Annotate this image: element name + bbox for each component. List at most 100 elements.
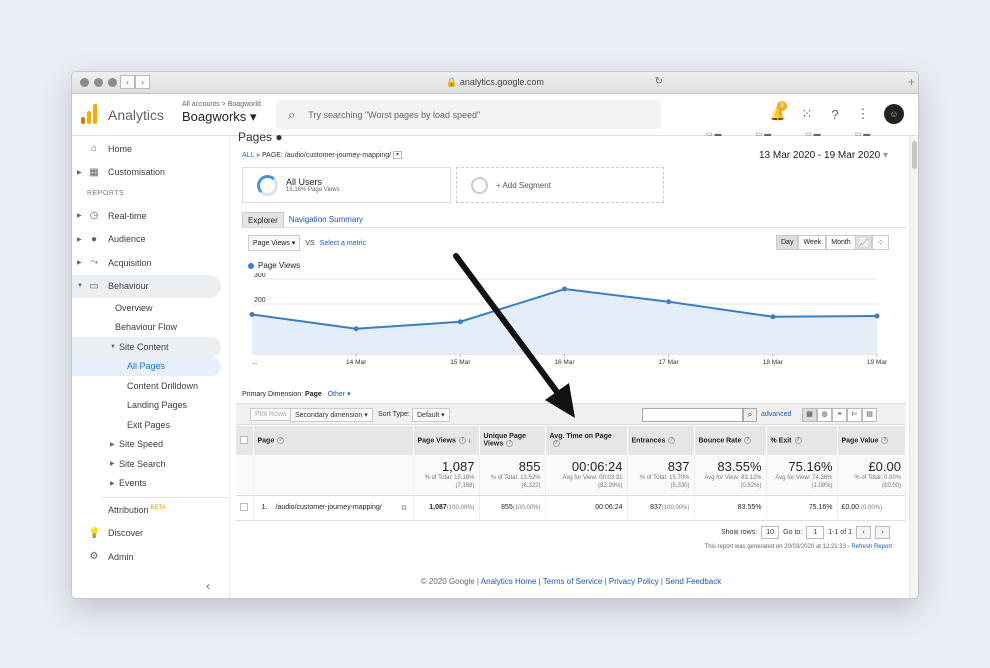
month-button[interactable]: Month — [826, 235, 856, 250]
plot-rows-button[interactable]: Plot Rows — [250, 408, 292, 421]
sort-type-dropdown[interactable]: Default ▾ — [412, 408, 450, 422]
avatar[interactable]: ☺ — [884, 104, 904, 124]
pie-chart-icon[interactable]: ◍ — [817, 408, 832, 422]
breadcrumb-all[interactable]: ALL — [242, 152, 254, 159]
footer: © 2020 Google | Analytics Home | Terms o… — [420, 577, 722, 586]
help-icon[interactable]: ? — [277, 436, 285, 444]
address-bar[interactable]: 🔒 analytics.google.com — [72, 77, 918, 88]
help-icon[interactable]: ? — [552, 440, 560, 448]
help-icon[interactable]: ? — [458, 436, 466, 444]
sidebar-item-admin[interactable]: ⚙ Admin — [72, 545, 229, 569]
search-icon: ⌕ — [288, 106, 296, 122]
metric-selector: Page Views ▾ VS Select a metric — [248, 235, 366, 251]
chart-type-toggle: 📈 ⁘ — [855, 235, 889, 250]
table-search-input[interactable] — [642, 408, 743, 422]
area-fill — [252, 289, 877, 354]
segment-all-users[interactable]: All Users 15.16% Page Views — [242, 167, 451, 203]
col-entrances[interactable]: Entrances? — [627, 426, 695, 455]
search-box[interactable]: ⌕ Try searching "Worst pages by load spe… — [276, 100, 661, 129]
sidebar-item-site-search[interactable]: ▶ Site Search — [72, 454, 229, 474]
sidebar-item-behaviour-flow[interactable]: Behaviour Flow — [72, 318, 229, 338]
sidebar-item-home[interactable]: ⌂ Home — [72, 137, 229, 161]
term-cloud-icon[interactable]: ▤ — [862, 408, 877, 422]
export-icon[interactable]: ▭ ▬ — [756, 130, 772, 138]
share-icon[interactable]: ▭ ▬ — [805, 130, 821, 138]
secondary-dimension-dropdown[interactable]: Secondary dimension ▾ — [290, 408, 373, 422]
help-icon[interactable]: ? — [794, 436, 802, 444]
open-page-icon[interactable]: ⧉ — [402, 505, 407, 513]
add-segment-button[interactable]: + Add Segment — [456, 167, 664, 203]
search-icon[interactable]: ⌕ — [743, 408, 757, 422]
motion-chart-icon[interactable]: ⁘ — [872, 235, 889, 250]
col-bounce-rate[interactable]: Bounce Rate? — [694, 426, 767, 455]
sidebar-item-discover[interactable]: 💡 Discover — [72, 522, 229, 546]
apps-grid-icon[interactable]: ⁙ — [800, 106, 814, 122]
more-vert-icon[interactable]: ⋮ — [856, 106, 870, 122]
primary-dim-value[interactable]: Page — [305, 391, 322, 398]
metric-dropdown[interactable]: Page Views ▾ — [248, 235, 301, 251]
next-page-button[interactable]: › — [875, 526, 890, 539]
breadcrumb-dropdown-icon[interactable]: ▾ — [393, 151, 403, 159]
other-dimension-link[interactable]: Other ▾ — [328, 391, 351, 398]
footer-terms-link[interactable]: Terms of Service — [543, 577, 603, 586]
help-icon[interactable]: ? — [744, 436, 752, 444]
sidebar-item-content-drilldown[interactable]: Content Drilldown — [72, 376, 229, 396]
refresh-report-link[interactable]: Refresh Report — [851, 544, 892, 550]
select-all-checkbox[interactable] — [240, 435, 248, 444]
help-icon[interactable]: ? — [668, 436, 676, 444]
footer-analytics-home-link[interactable]: Analytics Home — [481, 577, 537, 586]
new-tab-button[interactable]: + — [908, 75, 915, 89]
collapse-sidebar-icon[interactable]: ‹ — [206, 579, 210, 593]
day-button[interactable]: Day — [776, 235, 799, 250]
insights-icon[interactable]: ▭ ▬ — [855, 130, 871, 138]
advanced-filter-link[interactable]: advanced — [761, 411, 791, 418]
help-icon[interactable]: ? — [828, 107, 842, 122]
week-button[interactable]: Week — [798, 235, 827, 250]
help-icon[interactable]: ? — [506, 440, 514, 448]
sidebar-item-audience[interactable]: ▶ ● Audience — [72, 228, 229, 252]
total-entrances: 837% of Total: 15.70% (5,330) — [627, 455, 695, 496]
col-unique-page-views[interactable]: Unique Page Views? — [479, 426, 546, 455]
select-metric-link[interactable]: Select a metric — [320, 240, 366, 247]
help-icon[interactable]: ? — [881, 436, 889, 444]
goto-page-input[interactable]: 1 — [806, 526, 825, 539]
sidebar-item-attribution[interactable]: Attribution BETA — [72, 498, 229, 522]
sidebar-item-site-content[interactable]: ▼ Site Content — [72, 337, 221, 357]
tab-explorer[interactable]: Explorer — [242, 212, 284, 228]
sidebar-item-exit-pages[interactable]: Exit Pages — [72, 415, 229, 435]
sidebar-item-overview[interactable]: Overview — [72, 298, 229, 318]
performance-icon[interactable]: ≡ — [832, 408, 847, 422]
sidebar-item-site-speed[interactable]: ▶ Site Speed — [72, 435, 229, 455]
sidebar-item-landing-pages[interactable]: Landing Pages — [72, 396, 229, 416]
tab-navigation-summary[interactable]: Navigation Summary — [284, 212, 368, 228]
col-exit[interactable]: % Exit? — [766, 426, 838, 455]
date-range-picker[interactable]: 13 Mar 2020 - 19 Mar 2020 ▾ — [759, 150, 888, 161]
notifications-icon[interactable]: 🔔 3 — [770, 101, 787, 122]
reload-icon[interactable]: ↻ — [655, 76, 663, 87]
account-selector[interactable]: All accounts > Boagworld Boagworks ▾ — [182, 101, 261, 125]
col-avg-time-on-page[interactable]: Avg. Time on Page? — [545, 426, 628, 455]
footer-privacy-link[interactable]: Privacy Policy — [609, 577, 659, 586]
footer-feedback-link[interactable]: Send Feedback — [665, 577, 721, 586]
col-page[interactable]: Page? — [253, 426, 414, 455]
analytics-logo[interactable] — [81, 104, 97, 124]
verified-icon: ● — [275, 130, 283, 144]
rows-per-page-select[interactable]: 10 — [761, 526, 780, 539]
page-scrollbar[interactable] — [909, 137, 918, 598]
sidebar-item-customisation[interactable]: ▶ ▦ Customisation — [72, 161, 229, 185]
prev-page-button[interactable]: ‹ — [856, 526, 871, 539]
line-chart-icon[interactable]: 📈 — [855, 235, 872, 250]
sidebar-item-behaviour[interactable]: ▼ ▭ Behaviour — [72, 274, 221, 298]
col-page-views[interactable]: Page Views? ↓ — [413, 426, 480, 455]
save-icon[interactable]: ▭ ▬ — [706, 130, 722, 138]
data-table-icon[interactable]: ▦ — [802, 408, 817, 422]
col-page-value[interactable]: Page Value? — [837, 426, 906, 455]
x-tick-label: 15 Mar — [450, 359, 471, 366]
comparison-icon[interactable]: ⊨ — [847, 408, 862, 422]
sidebar-item-events[interactable]: ▶ Events — [72, 474, 229, 494]
row-page-link[interactable]: /audio/customer-journey-mapping/ — [276, 503, 396, 512]
sidebar-item-all-pages[interactable]: All Pages — [72, 356, 221, 376]
sidebar-item-acquisition[interactable]: ▶ ⤳ Acquisition — [72, 251, 229, 275]
sidebar-item-realtime[interactable]: ▶ ◷ Real-time — [72, 204, 229, 228]
row-checkbox[interactable] — [240, 502, 248, 511]
